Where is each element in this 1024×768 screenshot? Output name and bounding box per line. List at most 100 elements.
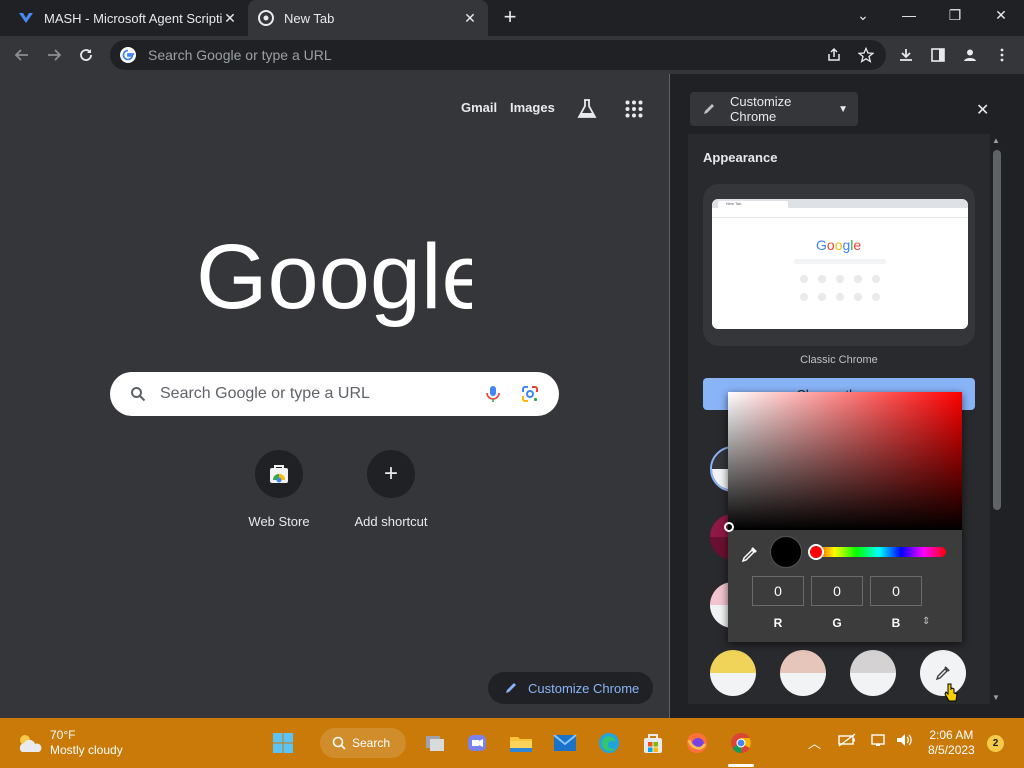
mash-favicon-icon xyxy=(18,10,34,26)
shortcut-add[interactable]: + Add shortcut xyxy=(336,450,446,529)
profile-icon[interactable] xyxy=(958,43,982,67)
shortcut-label: Add shortcut xyxy=(354,514,428,529)
clock-date: 8/5/2023 xyxy=(928,743,975,757)
images-link[interactable]: Images xyxy=(510,100,555,115)
back-icon[interactable] xyxy=(10,43,34,67)
picker-eyedropper-icon[interactable] xyxy=(740,544,760,564)
red-input[interactable]: 0 xyxy=(752,576,804,606)
ntp-search-box[interactable]: Search Google or type a URL xyxy=(110,372,559,416)
weather-desc: Mostly cloudy xyxy=(50,743,123,757)
tab-close-icon[interactable]: ✕ xyxy=(222,10,238,27)
tab-title: New Tab xyxy=(284,10,335,26)
green-label: G xyxy=(832,616,842,630)
weather-temp: 70°F xyxy=(50,728,76,742)
appearance-heading: Appearance xyxy=(703,150,778,165)
edge-icon[interactable] xyxy=(596,730,622,756)
svg-text:Google: Google xyxy=(196,232,472,328)
lens-camera-icon[interactable] xyxy=(521,385,539,403)
download-icon[interactable] xyxy=(894,43,918,67)
theme-preview: New Tab Google xyxy=(712,199,968,329)
shortcut-web-store[interactable]: Web Store xyxy=(224,450,334,529)
pencil-icon xyxy=(506,683,516,693)
task-view-icon[interactable] xyxy=(422,730,448,756)
tab-title: MASH - Microsoft Agent Scripting xyxy=(44,10,222,26)
menu-kebab-icon[interactable] xyxy=(990,43,1014,67)
weather-widget[interactable]: 70°F Mostly cloudy xyxy=(16,728,123,758)
volume-icon[interactable] xyxy=(896,733,914,750)
green-input[interactable]: 0 xyxy=(811,576,863,606)
new-tab-page: Gmail Images Google Search Google or typ… xyxy=(0,74,669,718)
reload-icon[interactable] xyxy=(74,43,98,67)
taskbar-search-label: Search xyxy=(352,736,391,750)
share-icon[interactable] xyxy=(822,43,846,67)
clock-time: 2:06 AM xyxy=(929,728,974,742)
restore-button[interactable]: ❐ xyxy=(932,0,978,30)
cloud-sun-icon xyxy=(19,735,42,752)
saturation-value-area[interactable] xyxy=(728,392,962,530)
teams-icon[interactable] xyxy=(464,730,490,756)
minimize-button[interactable]: — xyxy=(886,0,932,30)
color-picker-popup: 0 0 0 R G B ⇕ xyxy=(724,392,962,642)
webstore-icon xyxy=(255,450,303,498)
apps-grid-icon[interactable] xyxy=(625,100,643,123)
side-panel-close-icon[interactable]: ✕ xyxy=(976,100,989,120)
address-bar-placeholder: Search Google or type a URL xyxy=(148,47,332,63)
tab-close-icon[interactable]: ✕ xyxy=(462,10,478,27)
labs-flask-icon[interactable] xyxy=(576,98,598,125)
hue-slider-handle[interactable] xyxy=(808,544,824,560)
start-windows-icon[interactable] xyxy=(270,730,296,756)
active-app-indicator xyxy=(728,764,754,767)
new-tab-button[interactable]: + xyxy=(498,6,522,30)
microsoft-store-icon[interactable] xyxy=(640,730,666,756)
hand-cursor-icon xyxy=(944,683,958,702)
network-icon[interactable] xyxy=(870,733,888,750)
search-icon xyxy=(131,387,146,402)
clock[interactable]: 2:06 AM 8/5/2023 xyxy=(928,728,975,758)
tab-strip: MASH - Microsoft Agent Scripting ✕ New T… xyxy=(0,0,1024,36)
bookmark-star-icon[interactable] xyxy=(854,43,878,67)
toolbar: Search Google or type a URL xyxy=(0,36,1024,74)
forward-icon[interactable] xyxy=(42,43,66,67)
notification-badge[interactable]: 2 xyxy=(987,735,1004,752)
address-bar[interactable]: Search Google or type a URL xyxy=(110,40,886,70)
battery-icon[interactable] xyxy=(838,733,856,750)
mail-icon[interactable] xyxy=(552,730,578,756)
chrome-taskbar-icon[interactable] xyxy=(728,730,754,756)
google-logo: Google xyxy=(196,232,472,328)
color-swatch-grey[interactable] xyxy=(850,650,896,696)
show-hidden-icons-icon[interactable]: ︿ xyxy=(808,733,821,752)
search-icon xyxy=(332,736,346,750)
ntp-search-placeholder: Search Google or type a URL xyxy=(160,385,370,402)
theme-name-label: Classic Chrome xyxy=(800,354,878,366)
blue-input[interactable]: 0 xyxy=(870,576,922,606)
close-window-button[interactable]: ✕ xyxy=(978,0,1024,30)
taskbar-search[interactable]: Search xyxy=(320,728,406,758)
gmail-link[interactable]: Gmail xyxy=(461,100,497,115)
pencil-icon xyxy=(704,104,714,114)
color-swatch-peach[interactable] xyxy=(780,650,826,696)
color-swatch-yellow[interactable] xyxy=(710,650,756,696)
side-panel-scrollbar[interactable]: ▲ ▼ xyxy=(990,134,1004,704)
tab-new-tab[interactable]: New Tab ✕ xyxy=(248,0,488,36)
side-panel-icon[interactable] xyxy=(926,43,950,67)
file-explorer-icon[interactable] xyxy=(508,730,534,756)
dropdown-caret-icon: ▼ xyxy=(838,103,848,115)
chrome-favicon-icon xyxy=(258,10,274,26)
voice-search-mic-icon[interactable] xyxy=(485,385,501,403)
taskbar: 70°F Mostly cloudy Search ︿ 2:06 AM 8/5/… xyxy=(0,718,1024,768)
custom-color-button[interactable] xyxy=(920,650,966,696)
theme-preview-card[interactable]: New Tab Google xyxy=(703,184,975,346)
hue-slider[interactable] xyxy=(812,547,946,557)
preview-tab: New Tab xyxy=(718,201,788,208)
customize-chrome-label: Customize Chrome xyxy=(528,680,640,696)
tab-mash[interactable]: MASH - Microsoft Agent Scripting ✕ xyxy=(8,0,248,36)
customize-chrome-button[interactable]: Customize Chrome xyxy=(488,672,653,704)
side-panel-selector[interactable]: Customize Chrome ▼ xyxy=(690,92,858,126)
plus-icon: + xyxy=(367,450,415,498)
saturation-handle[interactable] xyxy=(724,522,734,532)
blue-label: B xyxy=(891,616,901,630)
firefox-icon[interactable] xyxy=(684,730,710,756)
shortcut-label: Web Store xyxy=(248,514,310,529)
tab-search-icon[interactable]: ⌄ xyxy=(840,0,886,30)
format-toggle-icon[interactable]: ⇕ xyxy=(922,616,930,627)
